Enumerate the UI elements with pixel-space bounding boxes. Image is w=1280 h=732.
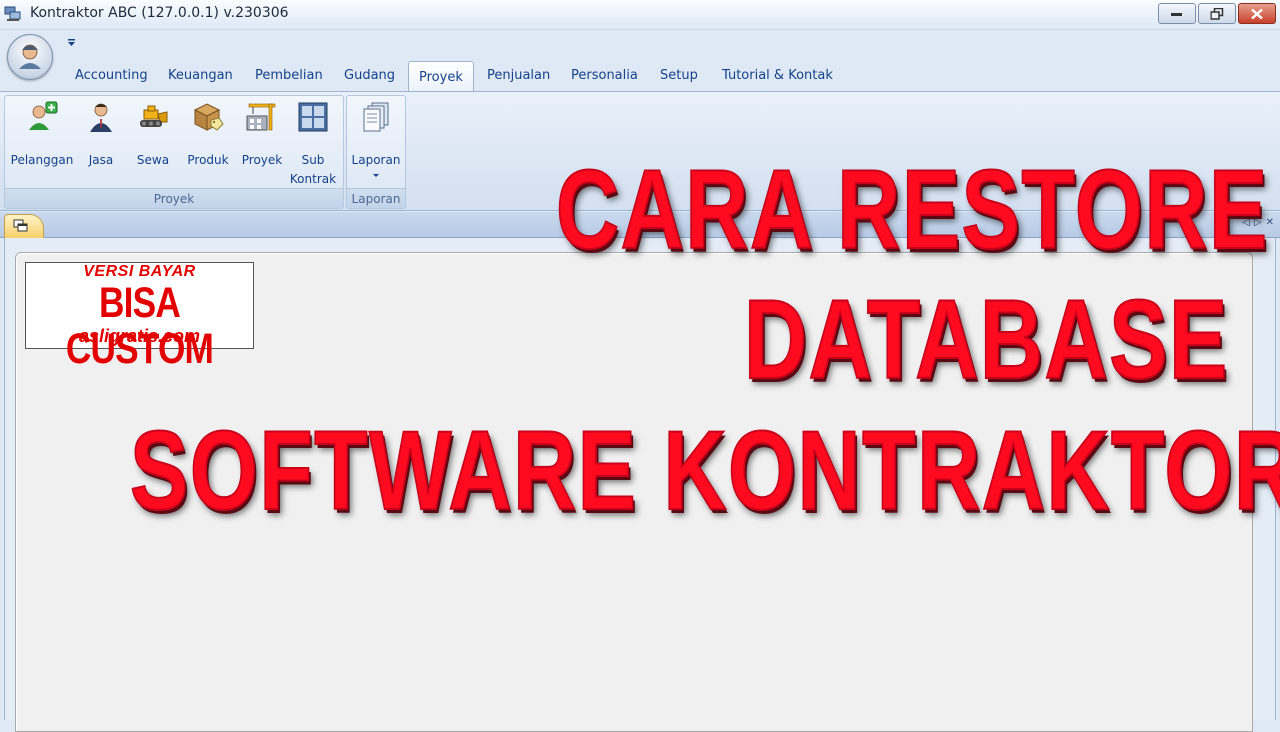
tab-penjualan[interactable]: Penjualan [487,68,550,83]
restore-icon [1210,7,1224,20]
minimize-button[interactable] [1158,3,1196,24]
pelanggan-button[interactable]: Pelanggan [7,96,77,188]
pelanggan-label: Pelanggan [10,153,74,167]
proyek-label: Proyek [241,153,283,167]
kontrak-label: Kontrak [289,172,337,186]
chevron-down-icon [373,174,379,177]
construction-crane-icon [246,103,276,131]
sub-kontrak-button[interactable]: Sub Kontrak [287,96,339,188]
ribbon-tabs: Accounting Keuangan Pembelian Gudang Pro… [0,60,1280,93]
tab-keuangan[interactable]: Keuangan [168,68,233,83]
proyek-button[interactable]: Proyek [237,96,287,188]
badge-line-3: asligratis.com [78,326,201,346]
overlay-headline-1: CARA RESTORE [555,146,1269,273]
package-tag-icon [193,103,224,131]
sub-label: Sub [301,153,325,167]
group-laporan-label: Laporan [347,188,405,208]
tab-setup[interactable]: Setup [660,68,698,83]
group-proyek: Pelanggan Jasa Sewa Produk Proyek Sub Ko… [4,95,344,209]
title-bar: Kontraktor ABC (127.0.0.1) v.230306 [0,0,1280,30]
overlay-headline-2: DATABASE [743,276,1229,403]
produk-label: Produk [187,153,229,167]
restore-button[interactable] [1198,3,1236,24]
bulldozer-icon [140,105,168,127]
tab-pembelian[interactable]: Pembelian [255,68,323,83]
customer-add-icon [29,101,58,130]
close-icon [1251,8,1263,19]
tab-proyek[interactable]: Proyek [408,61,474,93]
group-laporan: Laporan Laporan [346,95,406,209]
tab-accounting[interactable]: Accounting [75,68,148,83]
window-title: Kontraktor ABC (127.0.0.1) v.230306 [30,5,289,21]
service-person-icon [90,103,112,132]
jasa-button[interactable]: Jasa [77,96,125,188]
laporan-label: Laporan [351,153,401,167]
reports-stack-icon [363,102,389,132]
quick-access-dropdown-icon[interactable] [66,37,78,49]
produk-button[interactable]: Produk [181,96,235,188]
app-icon [4,6,21,21]
jasa-label: Jasa [88,153,114,167]
sewa-button[interactable]: Sewa [127,96,179,188]
minimize-icon [1171,12,1182,16]
overlay-headline-3: SOFTWARE KONTRAKTOR [129,407,1280,534]
group-proyek-label: Proyek [5,188,343,208]
tab-gudang[interactable]: Gudang [344,68,395,83]
sewa-label: Sewa [136,153,170,167]
tab-personalia[interactable]: Personalia [571,68,638,83]
laporan-dropdown-button[interactable]: Laporan [347,96,405,188]
promo-badge: VERSI BAYAR BISA CUSTOM asligratis.com [25,262,254,372]
subcontract-grid-icon [298,102,328,132]
close-button[interactable] [1238,3,1276,24]
document-tab[interactable] [4,214,44,238]
tab-tutorial-kontak[interactable]: Tutorial & Kontak [722,68,833,83]
windows-icon [13,219,28,232]
